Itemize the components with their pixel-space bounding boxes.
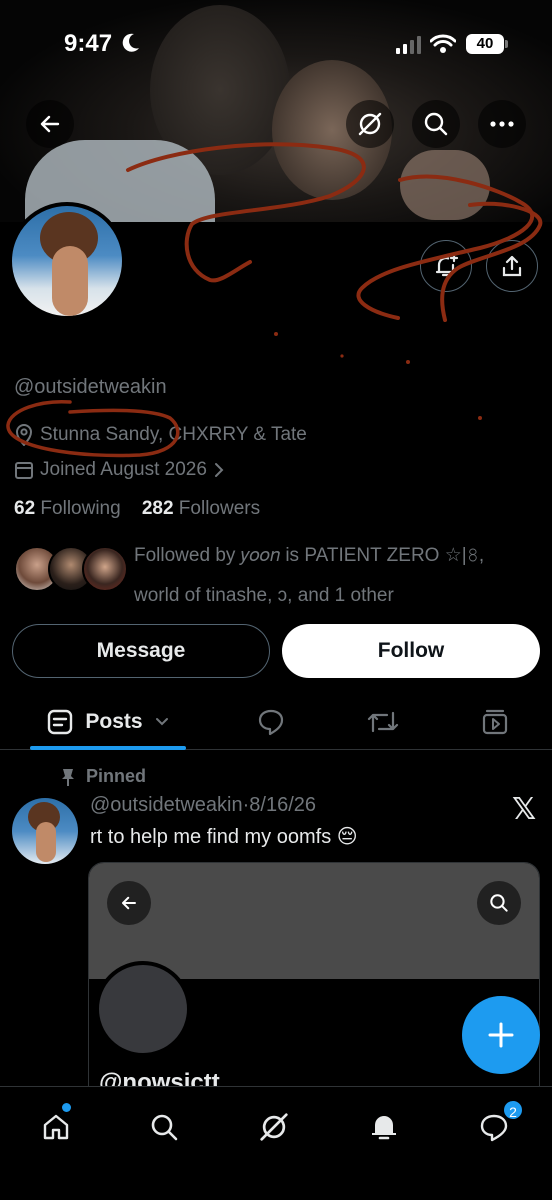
profile-tabs: Posts	[0, 696, 552, 750]
bell-icon	[372, 1116, 396, 1140]
media-video-icon	[482, 709, 508, 735]
active-tab-indicator	[30, 746, 186, 750]
back-arrow-icon	[122, 896, 136, 910]
post-author-avatar[interactable]	[12, 798, 78, 864]
posts-icon	[48, 709, 73, 735]
pin-icon	[62, 768, 74, 786]
nav-notifications[interactable]	[358, 1101, 410, 1153]
pinned-label: Pinned	[86, 766, 147, 786]
status-time: 9:47	[64, 30, 113, 57]
followers-link[interactable]: 282 Followers	[142, 498, 260, 519]
x-logo-icon: 𝕏	[512, 793, 537, 826]
quote-search-button	[477, 881, 521, 925]
mutual-avatar-3	[82, 546, 128, 592]
nav-search[interactable]	[138, 1101, 190, 1153]
grok-button[interactable]	[346, 100, 394, 148]
status-bar: 9:47 40	[0, 0, 552, 90]
tab-replies[interactable]	[244, 696, 298, 748]
search-button[interactable]	[412, 100, 460, 148]
joined-text: Joined August 2026	[40, 459, 207, 480]
followers-count: 282	[141, 498, 174, 519]
more-dots-icon	[490, 121, 514, 127]
moon-icon	[122, 33, 139, 52]
profile-joined[interactable]: Joined August 2026	[14, 459, 225, 481]
cellular-signal-icon	[396, 36, 421, 54]
scribble-dot-3	[478, 416, 482, 420]
quoted-profile-card[interactable]: @nowsictt	[88, 862, 540, 1102]
followed-by-name: 𝑦𝑜𝑜𝑛 is PATIENT ZERO ☆|𝟾,	[240, 545, 485, 566]
notifications-toggle-button[interactable]	[420, 240, 472, 292]
reply-bubble-icon	[258, 709, 284, 736]
follow-counts: 62 Following 282 Followers	[14, 498, 260, 520]
follow-button[interactable]: Follow	[282, 624, 540, 678]
tab-reposts[interactable]	[356, 696, 410, 748]
chevron-right-icon	[214, 463, 224, 477]
repost-icon	[367, 711, 399, 733]
plus-icon	[488, 1022, 514, 1048]
messages-badge: 2	[502, 1099, 524, 1121]
tab-posts-label: Posts	[85, 710, 143, 733]
more-options-button[interactable]	[478, 100, 526, 148]
chevron-down-icon	[155, 718, 168, 726]
scribble-dot-1	[274, 332, 278, 336]
grok-icon	[260, 1113, 288, 1141]
mutual-followers-avatars[interactable]	[14, 546, 128, 596]
post-author-handle: @outsidetweakin	[90, 794, 243, 816]
search-icon	[151, 1114, 178, 1141]
battery-indicator: 40	[466, 34, 504, 54]
profile-avatar[interactable]	[8, 202, 126, 320]
share-profile-button[interactable]	[486, 240, 538, 292]
quote-avatar	[95, 961, 191, 1057]
share-icon	[502, 255, 522, 277]
grok-icon	[358, 112, 382, 136]
scribble-dot-4	[340, 354, 344, 358]
pinned-indicator: Pinned	[60, 766, 146, 787]
bottom-navigation: 2	[0, 1086, 552, 1200]
wifi-icon	[430, 34, 456, 53]
followed-by-rest: world of tinashe, ↄ, and 1 other	[134, 585, 394, 606]
tab-posts[interactable]: Posts	[30, 696, 186, 748]
post-header[interactable]: @outsidetweakin·8/16/26	[90, 794, 316, 817]
home-unread-dot	[62, 1103, 71, 1112]
back-button[interactable]	[26, 100, 74, 148]
tab-media[interactable]	[468, 696, 522, 748]
banner-hand	[400, 150, 490, 220]
search-icon	[424, 112, 448, 136]
avatar-figure	[52, 246, 88, 316]
following-label: Following	[40, 498, 121, 519]
battery-tip	[505, 40, 508, 48]
followed-by-text[interactable]: Followed by 𝑦𝑜𝑜𝑛 is PATIENT ZERO ☆|𝟾, wo…	[134, 536, 534, 616]
nav-grok[interactable]	[248, 1101, 300, 1153]
quote-back-button	[107, 881, 151, 925]
quote-banner	[89, 863, 539, 979]
search-icon	[490, 894, 508, 912]
profile-handle: @outsidetweakin	[14, 376, 167, 398]
profile-location: Stunna Sandy, CHXRRY & Tate	[14, 424, 307, 446]
nav-home[interactable]	[30, 1101, 82, 1153]
followers-label: Followers	[178, 498, 261, 519]
post-date: 8/16/26	[249, 794, 317, 816]
location-text: Stunna Sandy, CHXRRY & Tate	[40, 424, 307, 445]
post-avatar-figure	[36, 822, 56, 862]
bell-plus-icon	[435, 253, 459, 277]
home-icon	[43, 1114, 69, 1140]
following-count: 62	[14, 498, 36, 519]
scribble-dot-2	[406, 360, 410, 364]
compose-post-button[interactable]	[462, 996, 540, 1074]
following-link[interactable]: 62 Following	[14, 498, 121, 519]
calendar-icon	[15, 462, 33, 479]
message-button[interactable]: Message	[12, 624, 270, 678]
post-text: rt to help me find my oomfs 😔	[90, 826, 358, 848]
followed-by-prefix: Followed by	[134, 545, 236, 566]
location-pin-icon	[15, 424, 33, 446]
back-arrow-icon	[40, 115, 60, 133]
